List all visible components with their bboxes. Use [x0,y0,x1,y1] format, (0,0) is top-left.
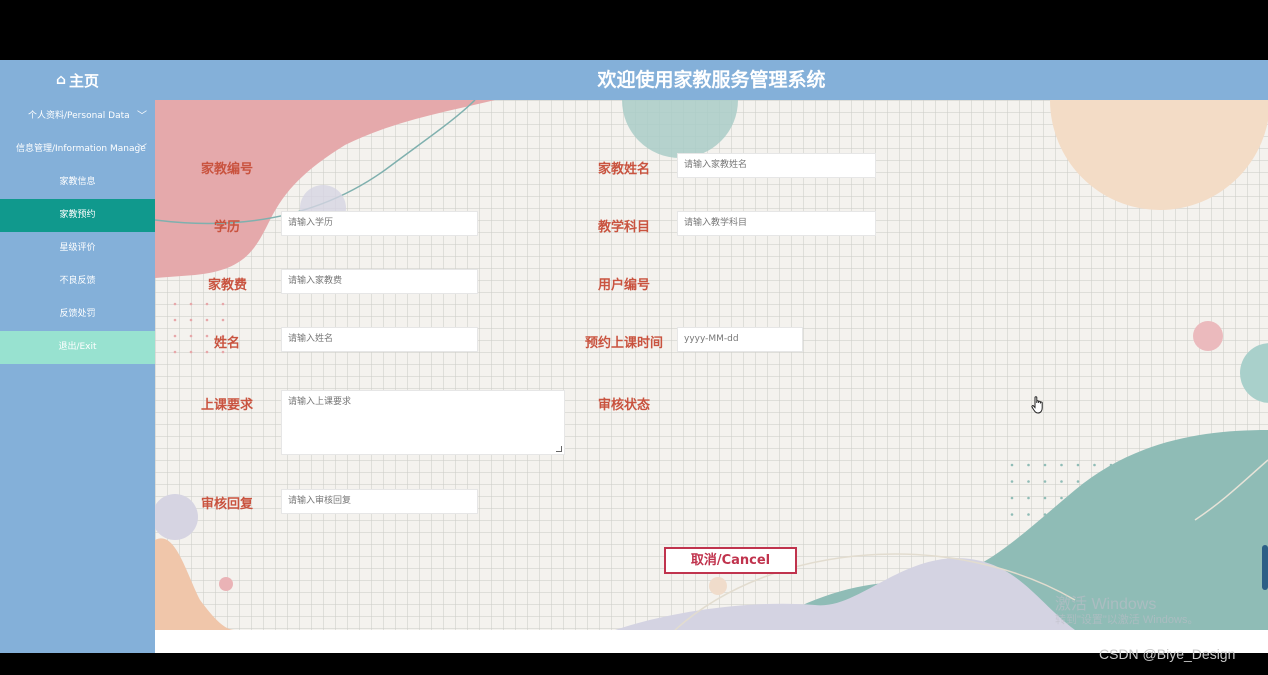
sidebar: 个人资料/Personal Data ﹀ 信息管理/Information Ma… [0,100,155,653]
cancel-button[interactable]: 取消/Cancel [664,547,797,574]
decor-dot [205,302,209,306]
decor-dot [1027,480,1030,483]
requirements-placeholder: 请输入上课要求 [288,397,352,407]
decor-dot [221,318,225,322]
requirements-textarea[interactable]: 请输入上课要求 [281,390,565,455]
sidebar-item-information-manage[interactable]: 信息管理/Information Manage ﹀ [0,133,155,166]
tutor-name-label: 家教姓名 [598,162,651,177]
decor-dot [1109,480,1113,483]
decor-dot [1027,513,1030,516]
decor-dot [1043,513,1047,516]
decor-dot [1093,496,1096,500]
csdn-credit: CSDN @Biye_Design [1099,646,1236,662]
decor-dot [1027,496,1030,500]
decor-dot [221,350,225,354]
decor-dot [1010,463,1014,467]
user-id-label: 用户编号 [598,278,651,293]
decor-dot [189,302,193,306]
sidebar-item-tutor-info[interactable]: 家教信息 [0,166,155,199]
decor-dot [1060,463,1063,467]
decor-dot [205,318,209,322]
sidebar-item-feedback-penalty[interactable]: 反馈处罚 [0,298,155,331]
decor-dot [1043,463,1047,467]
sidebar-item-tutor-booking[interactable]: 家教预约 [0,199,155,232]
decor-dot [1076,513,1080,516]
fee-input[interactable]: 请输入家教费 [281,269,478,294]
home-icon: ⌂ [55,72,66,88]
name-input[interactable]: 请输入姓名 [281,327,478,352]
booking-time-input[interactable]: yyyy-MM-dd [677,327,803,352]
review-reply-label: 审核回复 [201,497,254,512]
decor-dot [1043,496,1047,500]
app-title: 欢迎使用家教服务管理系统 [597,69,826,91]
hand-cursor-icon [1031,396,1043,414]
education-input[interactable]: 请输入学历 [281,211,478,236]
decor-dot [1027,463,1030,467]
decor-dot [1010,513,1014,516]
tutor-id-label: 家教编号 [201,162,254,177]
decor-dot [1076,480,1080,483]
decor-dot [1010,496,1014,500]
education-label: 学历 [214,220,241,235]
sidebar-item-star-rating[interactable]: 星级评价 [0,232,155,265]
decor-dot [1093,513,1096,516]
booking-time-label: 预约上课时间 [585,336,664,351]
app-window: ⌂ 主页 欢迎使用家教服务管理系统 个人资料/Personal Data ﹀ 信… [0,60,1268,653]
decor-dot [1076,463,1080,467]
tutor-name-input[interactable]: 请输入家教姓名 [677,153,876,178]
decor-dot [205,350,209,354]
decor-dot [1109,463,1113,467]
decor-dot [1093,480,1096,483]
decor-dot [1076,496,1080,500]
decor-dot [205,334,209,338]
decor-dot [1043,480,1047,483]
decor-dot [1109,513,1113,516]
subject-label: 教学科目 [598,220,651,235]
sidebar-item-exit[interactable]: 退出/Exit [0,331,155,364]
decor-dot [189,318,193,322]
sidebar-item-label: 个人资料/Personal Data [28,111,130,121]
decor-dot [1109,496,1113,500]
decor-dot [189,334,193,338]
decor-dot [1010,480,1014,483]
decor-dot [173,302,177,306]
review-reply-input[interactable]: 请输入审核回复 [281,489,478,514]
decor-dot [189,350,193,354]
name-label: 姓名 [214,336,241,351]
sidebar-item-bad-feedback[interactable]: 不良反馈 [0,265,155,298]
decor-dot [1093,463,1096,467]
sidebar-item-label: 信息管理/Information Manage [16,144,146,154]
home-link[interactable]: ⌂ 主页 [0,60,155,100]
chevron-down-icon: ﹀ [137,144,147,155]
decor-dot [173,350,177,354]
home-label: 主页 [69,71,100,90]
decor-dot [1060,480,1063,483]
decor-dot [173,318,177,322]
resize-handle-icon[interactable] [556,446,562,452]
decor-dot [173,334,177,338]
chevron-down-icon: ﹀ [137,111,147,122]
decor-dot [1060,496,1063,500]
review-status-label: 审核状态 [598,398,651,413]
booking-form-panel: 家教编号 家教姓名 请输入家教姓名 学历 请输入学历 教学科目 请输入教学科目 … [155,100,1268,630]
decor-dot [1060,513,1063,516]
requirements-label: 上课要求 [201,398,254,413]
edge-handle [1262,545,1268,590]
subject-input[interactable]: 请输入教学科目 [677,211,876,236]
decor-dot [221,302,225,306]
top-header: ⌂ 主页 欢迎使用家教服务管理系统 [0,60,1268,100]
windows-activation-subtext: 转到"设置"以激活 Windows。 [1055,614,1199,626]
sidebar-item-personal-data[interactable]: 个人资料/Personal Data ﹀ [0,100,155,133]
fee-label: 家教费 [208,278,248,293]
